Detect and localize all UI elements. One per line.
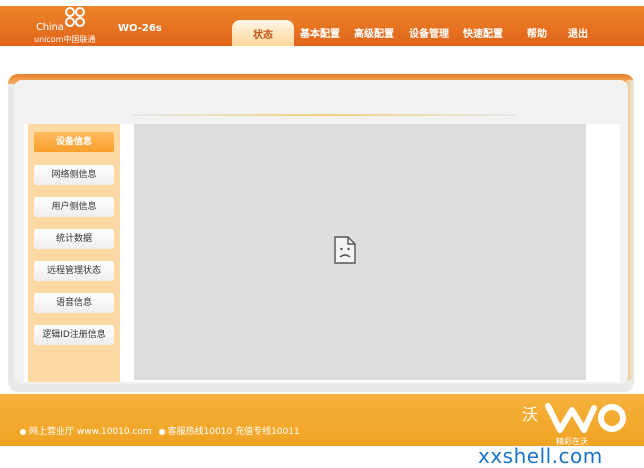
footer-info: 网上营业厅 www.10010.com 客服热线10010 充值专线10011 [20,424,300,437]
content-frame [134,124,586,380]
bullet-icon [158,428,165,435]
broken-page-icon [334,236,356,264]
sidebar-item-logic-id[interactable]: 逻辑ID注册信息 [34,325,114,345]
tab-status-label: 状态 [253,30,273,41]
tab-help[interactable]: 帮助 [527,25,547,40]
unicom-logo: China unicom中国联通 [34,6,110,44]
watermark: xxshell.com [478,444,603,468]
wo-logo: 沃 精彩在沃 [520,398,630,446]
wo-logo-icon: 沃 精彩在沃 [522,403,626,446]
sidebar-item-network-info[interactable]: 网络侧信息 [34,165,114,185]
logo-text-1: China [36,22,64,33]
tab-status[interactable]: 状态 [232,20,294,46]
tab-logout[interactable]: 退出 [568,25,588,40]
tab-advanced-config[interactable]: 高级配置 [354,25,394,40]
divider-line [132,114,516,116]
device-model: WO-26s [118,23,162,34]
unicom-knot-icon [65,7,85,27]
tab-basic-config[interactable]: 基本配置 [300,25,340,40]
footer-hotline: 客服热线10010 充值专线10011 [167,427,300,437]
logo-text-2: unicom中国联通 [34,35,96,44]
sidebar-item-device-info[interactable]: 设备信息 [34,132,114,152]
sidebar-item-remote-status[interactable]: 远程管理状态 [34,261,114,281]
sidebar-item-voice-info[interactable]: 语音信息 [34,293,114,313]
sidebar-item-statistics[interactable]: 统计数据 [34,229,114,249]
tab-quick-config[interactable]: 快速配置 [463,25,503,40]
sidebar-item-user-info[interactable]: 用户侧信息 [34,197,114,217]
footer-portal-link[interactable]: 网上营业厅 www.10010.com [29,427,152,437]
tab-device-management[interactable]: 设备管理 [409,25,449,40]
wo-char: 沃 [522,405,538,424]
bullet-icon [20,428,26,435]
sidebar: 设备信息 网络侧信息 用户侧信息 统计数据 远程管理状态 语音信息 逻辑ID注册… [28,124,120,382]
